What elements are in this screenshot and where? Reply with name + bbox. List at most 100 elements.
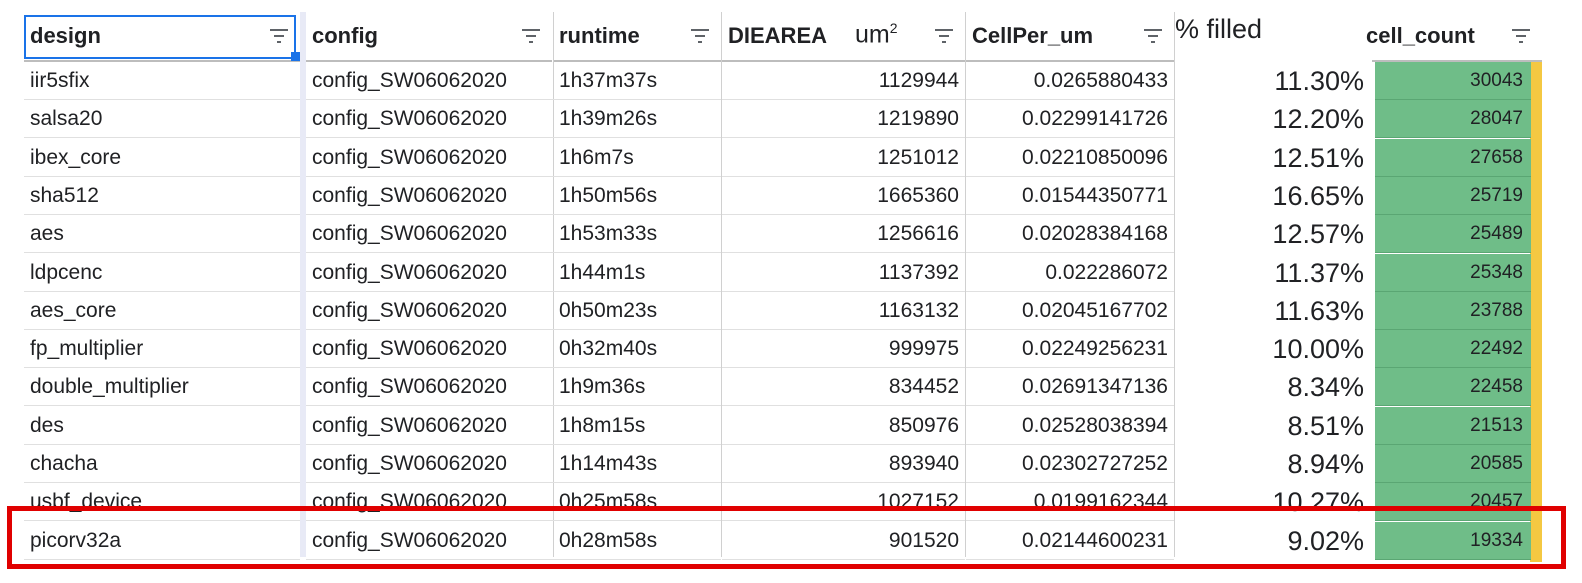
cell-cellper[interactable]: 0.0265880433 [966, 62, 1174, 100]
cell-runtime[interactable]: 1h50m56s [553, 177, 721, 215]
cell-cell-count[interactable]: 30043 [1375, 62, 1531, 100]
cell-diearea[interactable]: 1251012 [722, 139, 965, 177]
cell-cell-count[interactable]: 25489 [1375, 215, 1531, 253]
diearea-unit: um [855, 20, 890, 49]
cell-cellper[interactable]: 0.02210850096 [966, 139, 1174, 177]
cell-runtime[interactable]: 1h8m15s [553, 407, 721, 445]
cell-config[interactable]: config_SW06062020 [306, 139, 553, 177]
selection-fill-handle[interactable] [291, 52, 300, 61]
cell-design[interactable]: fp_multiplier [24, 330, 300, 368]
cell-diearea[interactable]: 1256616 [722, 215, 965, 253]
cell-cell-count[interactable]: 25348 [1375, 254, 1531, 292]
cell-cellper[interactable]: 0.02028384168 [966, 215, 1174, 253]
cell-design[interactable]: sha512 [24, 177, 300, 215]
cell-pct-filled[interactable]: 8.94% [1175, 445, 1370, 483]
cell-cellper[interactable]: 0.02528038394 [966, 407, 1174, 445]
column-header-cell-count[interactable]: cell_count [1366, 12, 1542, 62]
cell-cellper[interactable]: 0.02691347136 [966, 368, 1174, 406]
cell-cellper[interactable]: 0.02045167702 [966, 292, 1174, 330]
cell-design[interactable]: ldpcenc [24, 254, 300, 292]
spreadsheet-grid: design config runtime DIEAREA um2 CellPe… [0, 0, 1582, 583]
cell-config[interactable]: config_SW06062020 [306, 100, 553, 138]
column-header-runtime-label: runtime [559, 23, 640, 48]
column-header-runtime[interactable]: runtime [553, 12, 721, 62]
filter-icon[interactable] [1510, 26, 1532, 46]
cell-runtime[interactable]: 1h53m33s [553, 215, 721, 253]
cell-runtime[interactable]: 1h39m26s [553, 100, 721, 138]
cell-diearea[interactable]: 1129944 [722, 62, 965, 100]
cell-cell-count[interactable]: 25719 [1375, 177, 1531, 215]
cell-diearea[interactable]: 1219890 [722, 100, 965, 138]
cell-diearea[interactable]: 834452 [722, 368, 965, 406]
column-header-diearea[interactable]: DIEAREA [722, 12, 965, 62]
column-edge-highlight [1530, 62, 1542, 562]
cell-cell-count[interactable]: 22458 [1375, 368, 1531, 406]
cell-cellper[interactable]: 0.022286072 [966, 254, 1174, 292]
column-header-cell-count-label: cell_count [1366, 23, 1475, 48]
cell-runtime[interactable]: 1h9m36s [553, 368, 721, 406]
cell-pct-filled[interactable]: 12.20% [1175, 100, 1370, 138]
cell-diearea[interactable]: 1163132 [722, 292, 965, 330]
cell-design[interactable]: chacha [24, 445, 300, 483]
cell-pct-filled[interactable]: 8.51% [1175, 407, 1370, 445]
column-header-config[interactable]: config [306, 12, 552, 62]
cell-design[interactable]: ibex_core [24, 139, 300, 177]
cell-pct-filled[interactable]: 11.63% [1175, 292, 1370, 330]
cell-diearea[interactable]: 850976 [722, 407, 965, 445]
column-header-cellper-label: CellPer_um [972, 23, 1094, 48]
cell-pct-filled[interactable]: 12.57% [1175, 215, 1370, 253]
cell-design[interactable]: salsa20 [24, 100, 300, 138]
cell-design[interactable]: des [24, 407, 300, 445]
cell-pct-filled[interactable]: 8.34% [1175, 368, 1370, 406]
diearea-unit-exponent: 2 [889, 20, 898, 36]
filter-icon[interactable] [520, 26, 542, 46]
cell-config[interactable]: config_SW06062020 [306, 407, 553, 445]
cell-runtime[interactable]: 1h6m7s [553, 139, 721, 177]
cell-config[interactable]: config_SW06062020 [306, 62, 553, 100]
filter-icon[interactable] [1142, 26, 1164, 46]
cell-design[interactable]: double_multiplier [24, 368, 300, 406]
cell-config[interactable]: config_SW06062020 [306, 292, 553, 330]
cell-diearea[interactable]: 999975 [722, 330, 965, 368]
cell-config[interactable]: config_SW06062020 [306, 368, 553, 406]
cell-cell-count[interactable]: 22492 [1375, 330, 1531, 368]
selected-cell-outline [24, 15, 296, 59]
cell-cell-count[interactable]: 27658 [1375, 139, 1531, 177]
cell-config[interactable]: config_SW06062020 [306, 215, 553, 253]
cell-config[interactable]: config_SW06062020 [306, 254, 553, 292]
cell-runtime[interactable]: 0h32m40s [553, 330, 721, 368]
cell-config[interactable]: config_SW06062020 [306, 330, 553, 368]
cell-pct-filled[interactable]: 11.37% [1175, 254, 1370, 292]
column-header-pct-filled: % filled [1175, 14, 1263, 44]
column-header-cellper[interactable]: CellPer_um [966, 12, 1174, 62]
cell-cellper[interactable]: 0.02249256231 [966, 330, 1174, 368]
cell-diearea[interactable]: 893940 [722, 445, 965, 483]
cell-config[interactable]: config_SW06062020 [306, 177, 553, 215]
cell-runtime[interactable]: 1h37m37s [553, 62, 721, 100]
cell-cellper[interactable]: 0.01544350771 [966, 177, 1174, 215]
cell-cell-count[interactable]: 21513 [1375, 407, 1531, 445]
cell-diearea[interactable]: 1665360 [722, 177, 965, 215]
cell-design[interactable]: aes_core [24, 292, 300, 330]
cell-config[interactable]: config_SW06062020 [306, 445, 553, 483]
cell-runtime[interactable]: 1h14m43s [553, 445, 721, 483]
cell-design[interactable]: aes [24, 215, 300, 253]
filter-icon[interactable] [933, 26, 955, 46]
cell-runtime[interactable]: 1h44m1s [553, 254, 721, 292]
cell-cellper[interactable]: 0.02299141726 [966, 100, 1174, 138]
cell-pct-filled[interactable]: 10.00% [1175, 330, 1370, 368]
column-header-config-label: config [312, 23, 378, 48]
cell-cellper[interactable]: 0.02302727252 [966, 445, 1174, 483]
diearea-unit-annotation: um2 [855, 20, 898, 49]
cell-runtime[interactable]: 0h50m23s [553, 292, 721, 330]
filter-icon[interactable] [689, 26, 711, 46]
cell-cell-count[interactable]: 20585 [1375, 445, 1531, 483]
cell-cell-count[interactable]: 23788 [1375, 292, 1531, 330]
cell-cell-count[interactable]: 28047 [1375, 100, 1531, 138]
highlight-box [7, 506, 1566, 569]
cell-pct-filled[interactable]: 16.65% [1175, 177, 1370, 215]
cell-diearea[interactable]: 1137392 [722, 254, 965, 292]
cell-pct-filled[interactable]: 12.51% [1175, 139, 1370, 177]
cell-pct-filled[interactable]: 11.30% [1175, 62, 1370, 100]
cell-design[interactable]: iir5sfix [24, 62, 300, 100]
